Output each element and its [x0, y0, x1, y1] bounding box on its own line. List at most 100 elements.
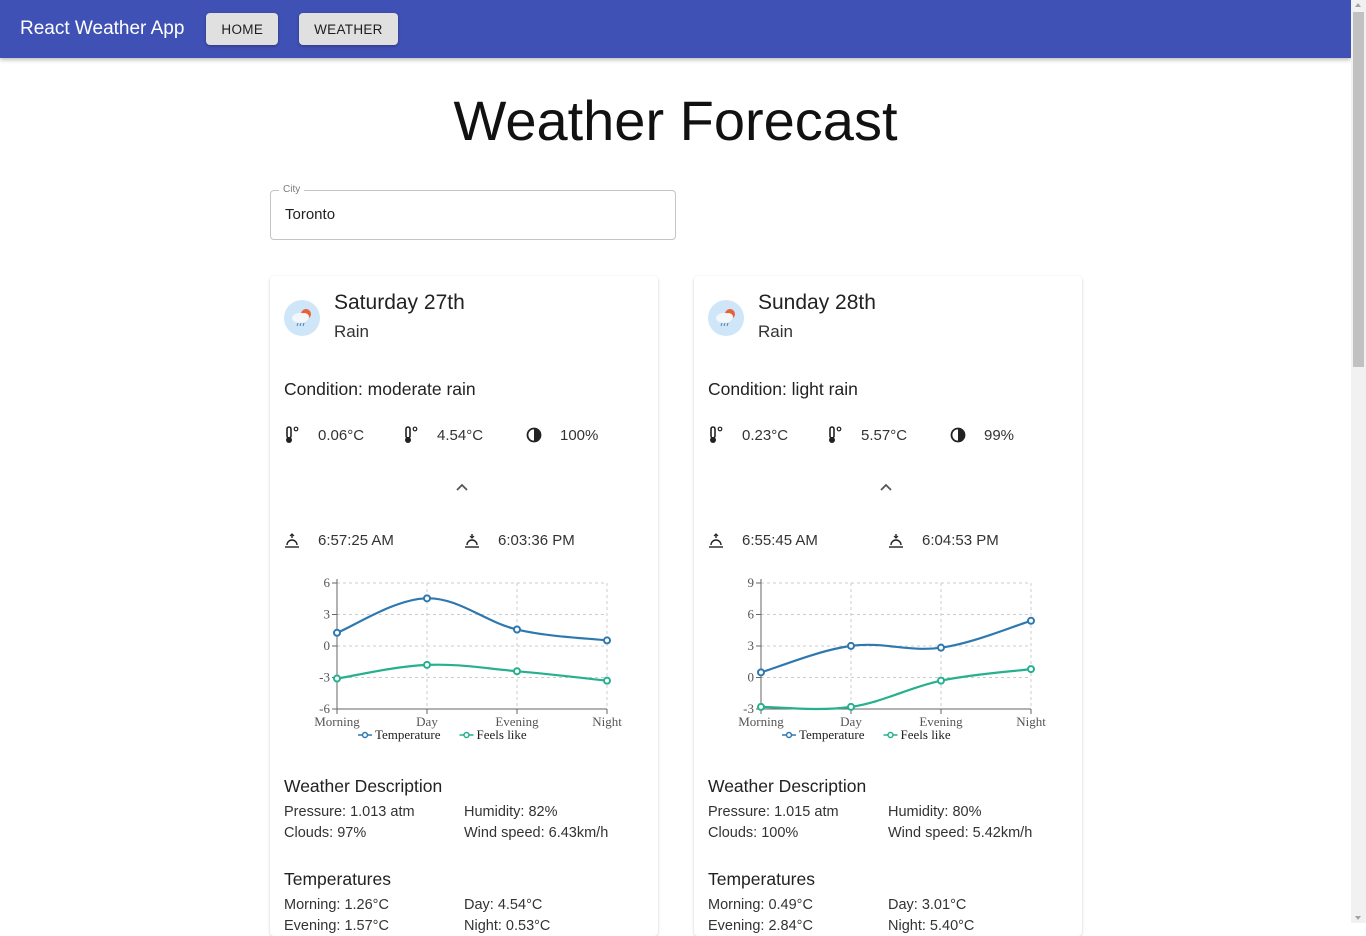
forecast-card: Sunday 28th Rain Condition: light rain 0…: [694, 276, 1082, 936]
thermometer-icon: [286, 426, 299, 443]
legend-label: Feels like: [477, 727, 527, 742]
thermometer-icon: [829, 426, 842, 443]
home-nav-button[interactable]: HOME: [206, 13, 279, 45]
data-point: [603, 676, 611, 685]
clouds-value: Clouds: 97%: [284, 825, 367, 841]
scrollbar-thumb[interactable]: [1353, 12, 1364, 367]
legend-swatch-dot: [463, 731, 470, 739]
data-point: [423, 660, 431, 669]
data-point: [847, 641, 855, 650]
max-temp-stat: 4.54°C: [403, 426, 483, 444]
city-input[interactable]: [283, 205, 663, 224]
sunset-stat: 6:04:53 PM: [888, 532, 999, 549]
y-tick-label: 0: [748, 670, 755, 685]
data-point: [333, 628, 341, 637]
temperatures-title: Temperatures: [284, 869, 391, 889]
sunset-time: 6:03:36 PM: [498, 532, 575, 549]
max-temp-value: 5.57°C: [861, 426, 908, 444]
weather-avatar: [708, 300, 744, 336]
contrast-icon: [950, 427, 966, 443]
data-point: [937, 676, 945, 685]
y-tick-label: 3: [748, 638, 755, 653]
thermometer-icon: [405, 426, 418, 443]
night-temp: Night: 0.53°C: [464, 918, 551, 934]
scroll-up-arrow-icon[interactable]: [1355, 3, 1361, 7]
chevron-up-icon: [456, 483, 468, 491]
city-field[interactable]: City: [270, 184, 676, 240]
day-name: Sunday 28th: [758, 291, 876, 314]
data-point: [1027, 616, 1035, 625]
condition-text: Condition: light rain: [708, 379, 858, 399]
data-point: [513, 667, 521, 676]
legend-swatch-dot: [887, 731, 894, 739]
chevron-up-icon: [880, 483, 892, 491]
legend-swatch-dot: [361, 731, 369, 739]
wind-speed-value: Wind speed: 6.43km/h: [464, 825, 609, 841]
day-name: Saturday 27th: [334, 291, 465, 314]
weather-description-title: Weather Description: [284, 776, 443, 796]
data-point: [603, 636, 611, 645]
humidity-stat: 99%: [950, 426, 1014, 444]
scrollbar[interactable]: [1351, 0, 1366, 923]
night-temp: Night: 5.40°C: [888, 918, 975, 934]
humidity-detail: Humidity: 80%: [888, 804, 982, 820]
sunrise-time: 6:55:45 AM: [742, 532, 818, 549]
collapse-button[interactable]: [454, 480, 470, 498]
forecast-card: Saturday 27th Rain Condition: moderate r…: [270, 276, 658, 936]
data-point: [423, 594, 431, 603]
scroll-down-arrow-icon[interactable]: [1355, 916, 1361, 920]
y-tick-label: 9: [748, 575, 755, 590]
min-temp-value: 0.06°C: [318, 426, 365, 444]
rain-cloud-icon: [292, 309, 311, 327]
evening-temp: Evening: 2.84°C: [708, 918, 813, 934]
morning-temp: Morning: 0.49°C: [708, 897, 813, 913]
evening-temp: Evening: 1.57°C: [284, 918, 389, 934]
y-tick-label: 3: [324, 607, 331, 622]
rain-cloud-icon: [716, 309, 735, 327]
day-temp: Day: 4.54°C: [464, 897, 543, 913]
legend-item: Feels like: [883, 727, 951, 742]
data-point: [757, 702, 765, 711]
sunrise-icon: [285, 532, 299, 548]
y-tick-label: 0: [324, 638, 331, 653]
x-tick-label: Night: [592, 714, 622, 729]
legend-item: Feels like: [459, 727, 527, 742]
city-label: City: [279, 184, 305, 195]
min-temp-stat: 0.06°C: [284, 426, 364, 444]
wind-speed-value: Wind speed: 5.42km/h: [888, 825, 1033, 841]
legend-item: Temperature: [782, 727, 865, 742]
sunset-icon: [889, 533, 903, 548]
data-point: [757, 668, 765, 677]
temperature-chart: -6-3036Morning Day Evening NightTemperature…: [314, 575, 622, 742]
x-tick-label: Night: [1016, 714, 1046, 729]
condition-text: Condition: moderate rain: [284, 379, 476, 399]
y-tick-label: 6: [324, 575, 331, 590]
data-point: [333, 674, 341, 683]
collapse-button[interactable]: [878, 480, 894, 498]
page-title: Weather Forecast: [453, 89, 898, 152]
series-line-temperature: [760, 619, 1032, 674]
min-temp-value: 0.23°C: [742, 426, 789, 444]
sunrise-stat: 6:55:45 AM: [708, 532, 818, 549]
sunrise-time: 6:57:25 AM: [318, 532, 394, 549]
day-temp: Day: 3.01°C: [888, 897, 967, 913]
weather-nav-button[interactable]: WEATHER: [299, 13, 398, 45]
humidity-value: 99%: [984, 426, 1015, 444]
sunset-time: 6:04:53 PM: [922, 532, 999, 549]
sunset-icon: [465, 533, 479, 548]
pressure-value: Pressure: 1.013 atm: [284, 804, 415, 820]
contrast-icon: [526, 427, 542, 443]
weather-description-title: Weather Description: [708, 776, 867, 796]
humidity-value: 100%: [560, 426, 599, 444]
weather-main: Rain: [758, 322, 793, 341]
sunrise-icon: [709, 532, 723, 548]
clouds-value: Clouds: 100%: [708, 825, 799, 841]
max-temp-value: 4.54°C: [437, 426, 484, 444]
data-point: [937, 643, 945, 652]
legend-label: Feels like: [901, 727, 951, 742]
temperatures-title: Temperatures: [708, 869, 815, 889]
data-point: [513, 625, 521, 634]
x-tick-label: Morning: [314, 714, 360, 729]
sunrise-stat: 6:57:25 AM: [284, 532, 394, 549]
legend-swatch-dot: [785, 731, 793, 739]
